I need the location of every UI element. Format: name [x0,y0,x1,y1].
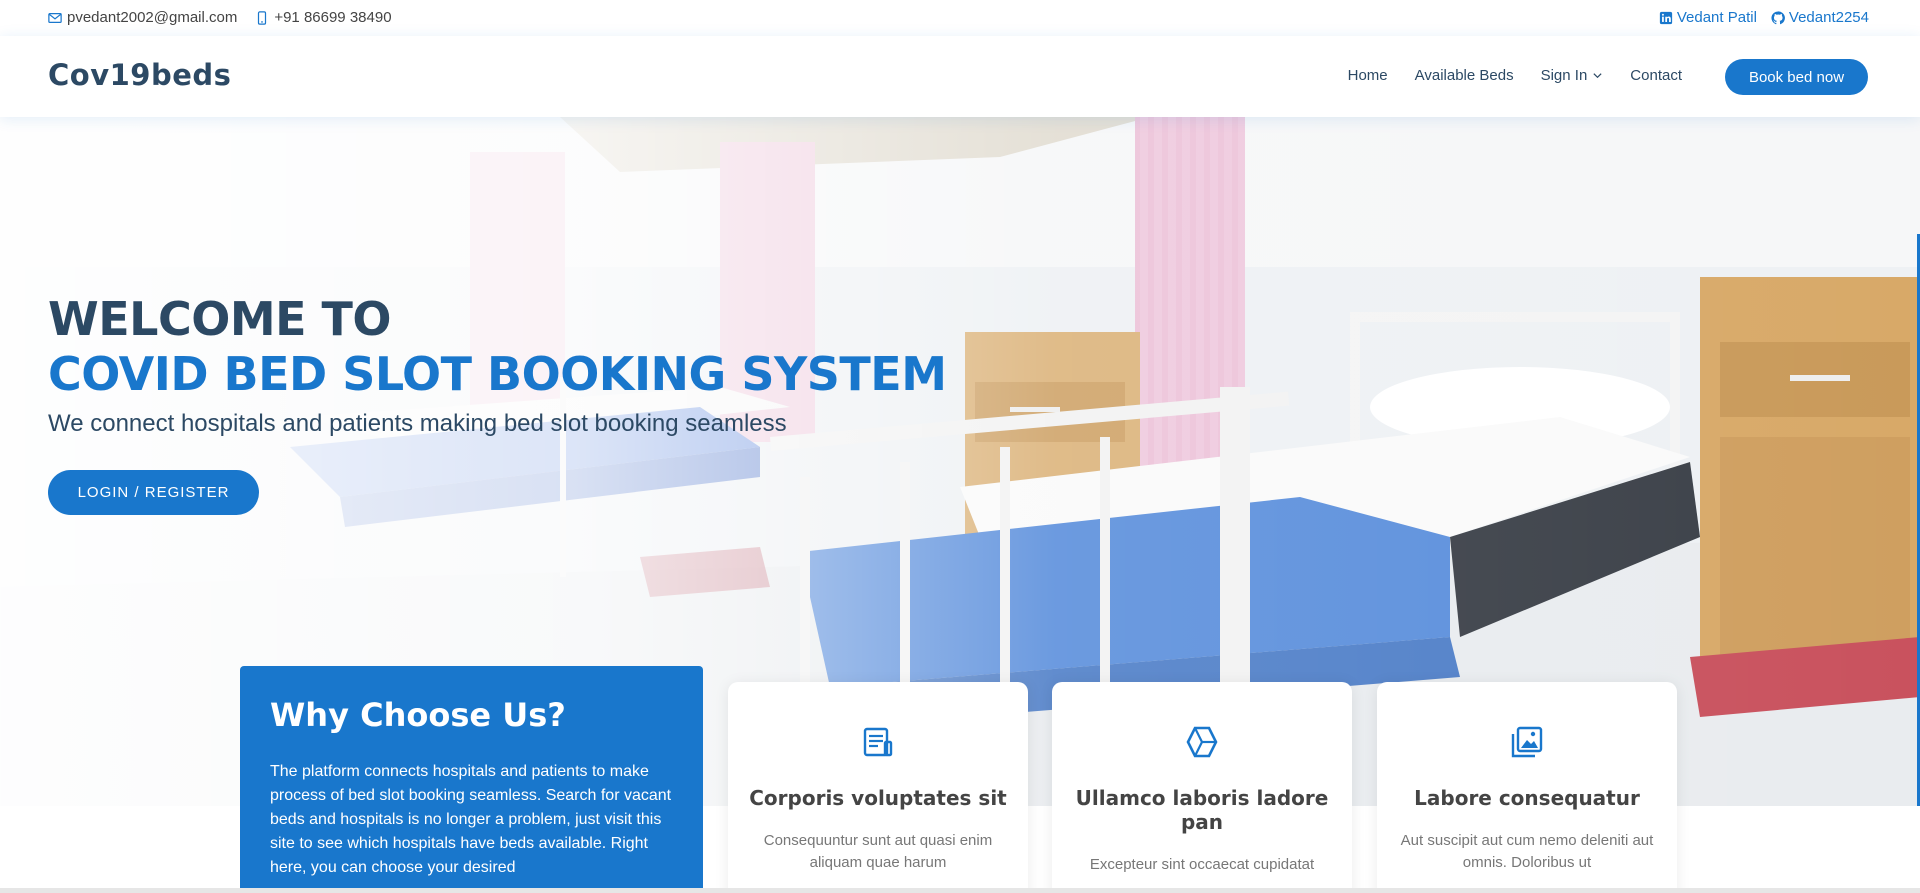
envelope-icon [48,12,62,23]
feature-box: Corporis voluptates sit Consequuntur sun… [728,682,1028,893]
email-item[interactable]: pvedant2002@gmail.com [48,9,237,26]
feature-title: Ullamco laboris ladore pan [1075,786,1329,834]
github-link[interactable]: Vedant2254 [1771,9,1869,26]
feature-text: Consequuntur sunt aut quasi enim aliquam… [763,832,993,871]
why-text: The platform connects hospitals and pati… [270,763,672,876]
feature-title: Corporis voluptates sit [749,786,1007,810]
nav-contact[interactable]: Contact [1630,67,1682,84]
feature-title: Labore consequatur [1414,786,1640,810]
topbar: pvedant2002@gmail.com +91 86699 38490 Ve… [0,0,1920,36]
contact-info: pvedant2002@gmail.com +91 86699 38490 [48,9,392,26]
cube-alt-icon [1186,726,1218,758]
why-title: Why Choose Us? [270,696,566,734]
hero-title-line1: WELCOME TO [48,292,392,346]
hero-subtitle: We connect hospitals and patients making… [48,410,787,437]
phone-text: +91 86699 38490 [274,9,392,26]
feature-box: Ullamco laboris ladore pan Excepteur sin… [1052,682,1352,893]
github-icon [1771,10,1785,24]
linkedin-icon [1659,11,1672,24]
feature-box: Labore consequatur Aut suscipit aut cum … [1377,682,1677,893]
nav-sign-in-label: Sign In [1540,67,1588,84]
page-bottom-strip [0,888,1920,893]
login-register-button[interactable]: LOGIN / REGISTER [48,470,259,515]
site-logo[interactable]: Cov19beds [48,58,231,92]
phone-icon [258,10,267,25]
main-nav: Home Available Beds Sign In Contact [1348,67,1682,84]
chevron-down-icon [1593,73,1602,79]
linkedin-link[interactable]: Vedant Patil [1659,9,1757,26]
social-links: Vedant Patil Vedant2254 [1659,9,1869,26]
github-text: Vedant2254 [1788,9,1869,26]
feature-text: Excepteur sint occaecat cupidatat [1089,856,1315,873]
linkedin-text: Vedant Patil [1676,9,1757,26]
images-icon [1511,726,1543,758]
phone-item[interactable]: +91 86699 38490 [255,9,392,26]
feature-text: Aut suscipit aut cum nemo deleniti aut o… [1400,832,1654,871]
book-bed-button[interactable]: Book bed now [1725,59,1868,95]
site-header: Cov19beds Home Available Beds Sign In Co… [0,36,1920,117]
email-text: pvedant2002@gmail.com [67,9,238,26]
nav-available-beds[interactable]: Available Beds [1415,67,1514,84]
nav-home[interactable]: Home [1348,67,1388,84]
hero-title-line2: COVID BED SLOT BOOKING SYSTEM [48,347,947,401]
nav-sign-in[interactable]: Sign In [1541,67,1604,84]
why-choose-us-box: Why Choose Us? The platform connects hos… [240,666,703,893]
receipt-icon [863,727,893,757]
